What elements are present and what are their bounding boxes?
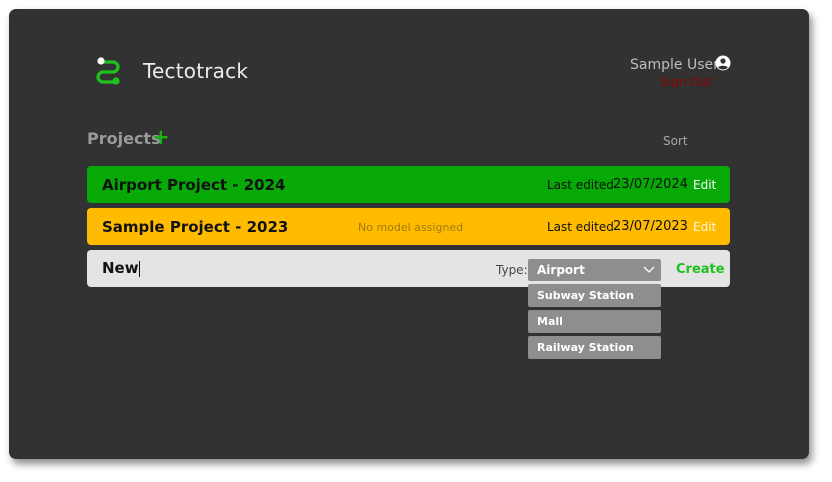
new-project-row: Type: Airport Create xyxy=(87,250,730,287)
no-model-note: No model assigned xyxy=(358,221,464,234)
app-title: Tectotrack xyxy=(143,59,249,83)
type-option-railway-station[interactable]: Railway Station xyxy=(528,336,661,359)
type-label: Type: xyxy=(496,263,528,277)
type-select-value: Airport xyxy=(537,263,585,277)
project-title: Sample Project - 2023 xyxy=(102,218,289,236)
last-edited-date: 23/07/2024 xyxy=(613,177,688,192)
chevron-down-icon xyxy=(643,266,655,273)
project-row[interactable]: Sample Project - 2023 No model assigned … xyxy=(87,208,730,245)
user-name: Sample User xyxy=(630,57,719,73)
type-option-label: Subway Station xyxy=(537,289,634,302)
type-option-subway-station[interactable]: Subway Station xyxy=(528,284,661,307)
app-window: Tectotrack Sample User Sign Out Projects… xyxy=(9,9,809,459)
new-project-name-input[interactable] xyxy=(99,256,215,280)
project-row[interactable]: Airport Project - 2024 Last edited 23/07… xyxy=(87,166,730,203)
last-edited-date: 23/07/2023 xyxy=(613,219,688,234)
type-option-mall[interactable]: Mall xyxy=(528,310,661,333)
projects-heading: Projects xyxy=(87,129,161,148)
type-option-label: Railway Station xyxy=(537,341,634,354)
sign-out-link[interactable]: Sign Out xyxy=(660,75,712,89)
sort-button[interactable]: Sort xyxy=(663,134,688,148)
text-cursor xyxy=(139,261,140,277)
edit-button[interactable]: Edit xyxy=(693,220,716,234)
edit-button[interactable]: Edit xyxy=(693,178,716,192)
last-edited-label: Last edited xyxy=(547,178,614,192)
type-select[interactable]: Airport xyxy=(528,259,661,281)
last-edited-label: Last edited xyxy=(547,220,614,234)
type-option-label: Mall xyxy=(537,315,563,328)
user-circle-icon[interactable] xyxy=(715,55,731,71)
create-button[interactable]: Create xyxy=(676,262,725,277)
add-project-button[interactable]: + xyxy=(152,126,170,148)
route-logo-icon xyxy=(96,57,120,85)
project-title: Airport Project - 2024 xyxy=(102,176,286,194)
